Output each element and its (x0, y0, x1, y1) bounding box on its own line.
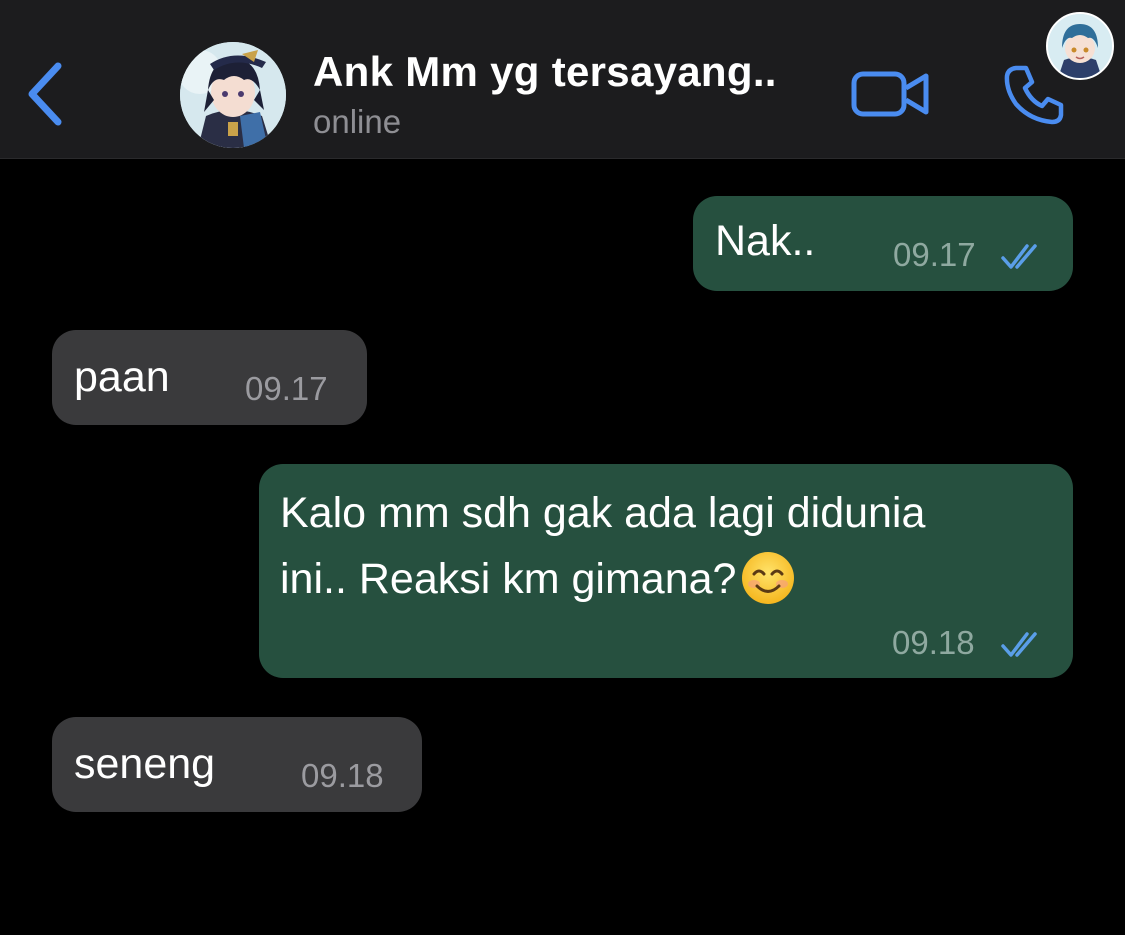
video-call-button[interactable] (850, 66, 932, 122)
contact-status: online (313, 103, 402, 140)
contact-name[interactable]: Ank Mm yg tersayang.. (313, 48, 777, 96)
phone-icon (1004, 65, 1064, 125)
chevron-left-icon (28, 62, 62, 126)
profile-avatar[interactable] (1046, 12, 1114, 80)
message-bubble-incoming[interactable]: paan 09.17 (52, 330, 367, 425)
message-text-line-1: Kalo mm sdh gak ada lagi didunia (280, 489, 926, 537)
profile-avatar-image (1048, 14, 1112, 78)
chat-header: Ank Mm yg tersayang.. online (0, 0, 1125, 159)
read-receipt-icon (1001, 632, 1037, 657)
message-text: Nak.. (715, 217, 816, 265)
smiling-face-emoji (742, 551, 795, 604)
message-text-line-2: ini.. Reaksi km gimana? (280, 546, 796, 612)
video-camera-icon (851, 71, 929, 117)
message-time: 09.17 (245, 370, 328, 407)
contact-avatar[interactable] (180, 42, 286, 148)
read-receipt-icon (1001, 244, 1037, 269)
contact-avatar-image (180, 42, 286, 148)
message-bubble-outgoing[interactable]: Kalo mm sdh gak ada lagi didunia ini.. R… (259, 464, 1073, 678)
back-button[interactable] (22, 58, 72, 130)
message-time: 09.18 (892, 624, 975, 661)
message-bubble-incoming[interactable]: seneng 09.18 (52, 717, 422, 812)
chat-screen: Ank Mm yg tersayang.. online Nak.. 09.17… (0, 0, 1125, 935)
message-text: seneng (74, 740, 216, 788)
message-text-line-2-text: ini.. Reaksi km gimana? (280, 555, 737, 603)
voice-call-button[interactable] (1002, 62, 1066, 126)
message-time: 09.18 (301, 757, 384, 794)
message-text: paan (74, 353, 170, 401)
message-bubble-outgoing[interactable]: Nak.. 09.17 (693, 196, 1073, 291)
message-time: 09.17 (893, 236, 976, 273)
